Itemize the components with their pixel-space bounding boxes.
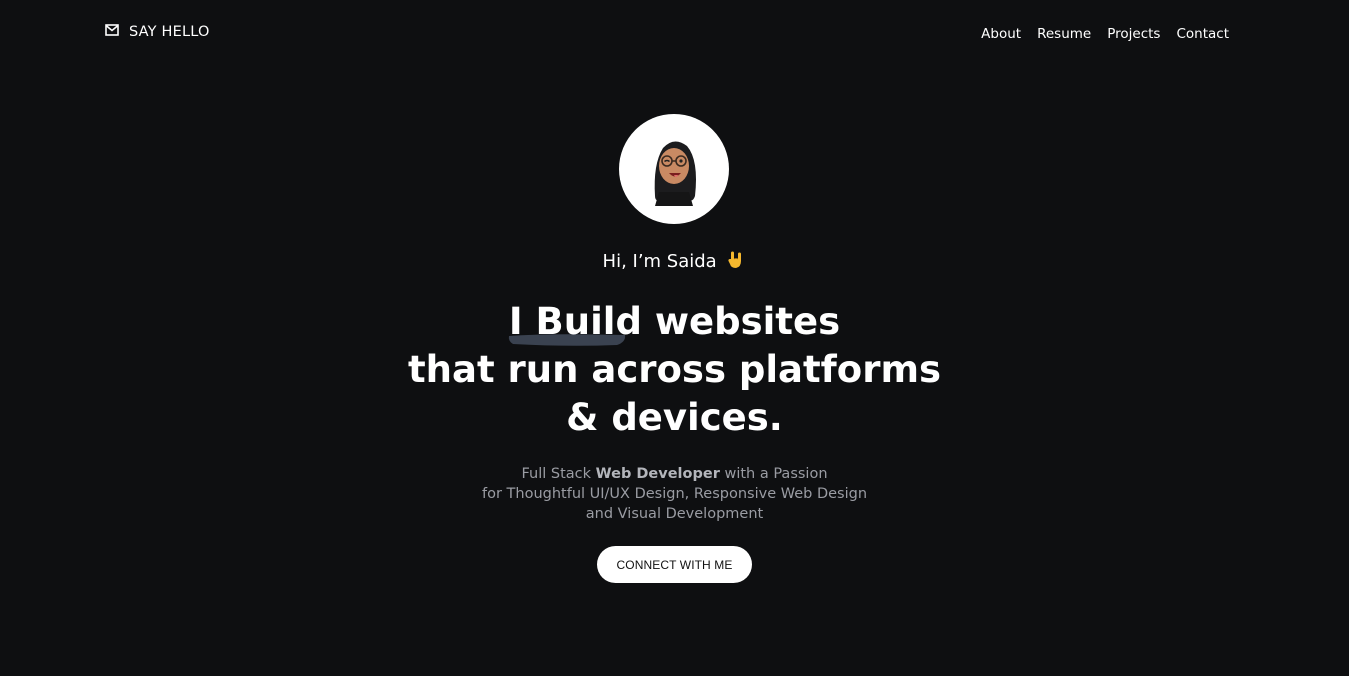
greeting: Hi, I’m Saida: [0, 250, 1349, 272]
subtitle-part-2: with a Passion: [719, 466, 828, 482]
headline-line-1: I Build websites: [0, 298, 1349, 346]
nav-contact[interactable]: Contact: [1176, 26, 1229, 42]
greeting-text: Hi, I’m Saida: [602, 251, 717, 272]
hero-headline: I Build websites that run across platfor…: [0, 298, 1349, 442]
nav-projects[interactable]: Projects: [1107, 26, 1160, 42]
portfolio-page: SAY HELLO About Resume Projects Contact: [0, 0, 1349, 676]
memoji-avatar-icon: [654, 141, 696, 206]
rock-on-hand-icon: [728, 251, 742, 268]
hero-subtitle: Full Stack Web Developer with a Passion …: [0, 464, 1349, 524]
subtitle-line-2: for Thoughtful UI/UX Design, Responsive …: [481, 486, 868, 502]
headline-line-2: that run across platforms: [407, 348, 942, 391]
nav-about[interactable]: About: [981, 26, 1021, 42]
headline-line-1-rest: websites: [641, 300, 841, 343]
subtitle-role: Web Developer: [595, 466, 720, 482]
headline-line-3: & devices.: [566, 396, 783, 439]
headline-highlight: I Build: [508, 298, 642, 346]
subtitle-line-3: and Visual Development: [585, 506, 764, 522]
say-hello-label: SAY HELLO: [129, 24, 210, 40]
nav-resume[interactable]: Resume: [1037, 26, 1091, 42]
subtitle-line-1: Full Stack Web Developer with a Passion: [0, 464, 1349, 484]
mail-icon: [105, 24, 119, 36]
subtitle-part-1: Full Stack: [521, 466, 596, 482]
avatar: [619, 114, 729, 224]
say-hello-link[interactable]: SAY HELLO: [105, 24, 210, 40]
top-nav: About Resume Projects Contact: [981, 26, 1229, 42]
connect-with-me-button[interactable]: CONNECT WITH ME: [597, 546, 752, 583]
